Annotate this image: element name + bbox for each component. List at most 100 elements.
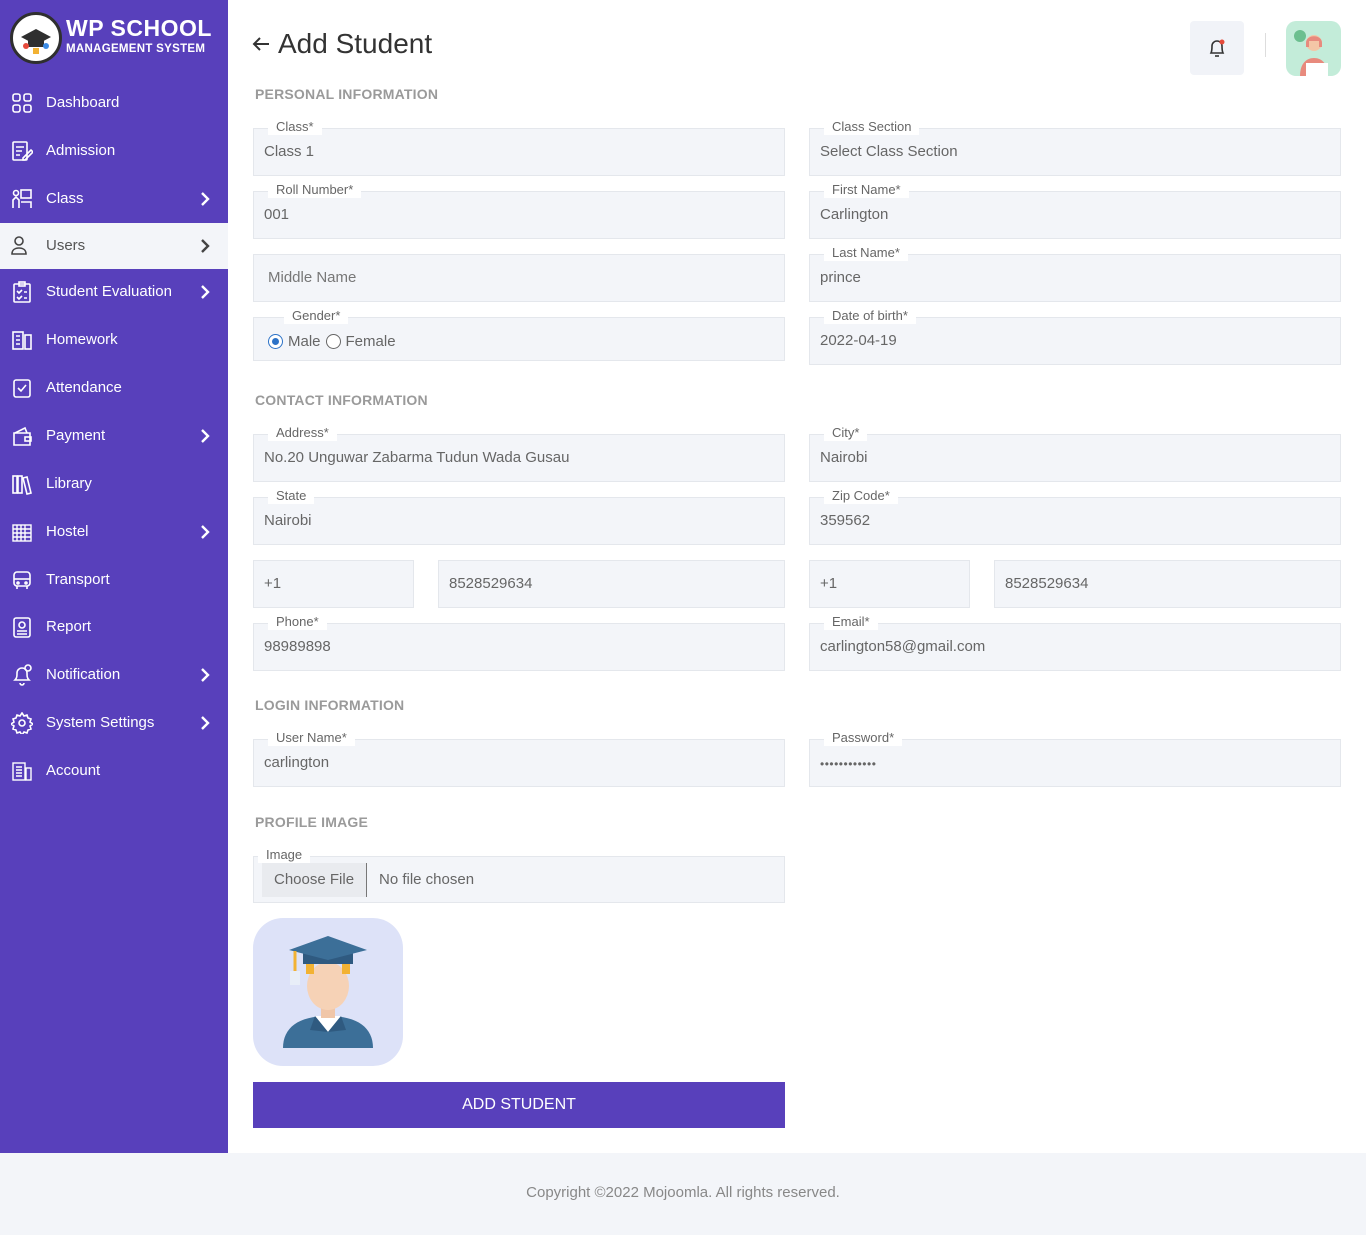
sidebar-item-account[interactable]: Account (0, 748, 228, 794)
gender-male-radio[interactable] (268, 334, 283, 349)
field-label: First Name* (824, 182, 909, 198)
account-icon (12, 762, 32, 781)
homework-icon (12, 331, 32, 350)
username-field[interactable]: User Name* carlington (253, 730, 785, 787)
state-field[interactable]: State Nairobi (253, 488, 785, 545)
sidebar-item-label: Hostel (46, 523, 89, 540)
chevron-right-icon (201, 716, 210, 730)
section-login-information: LOGIN INFORMATION (255, 697, 405, 713)
sidebar-item-system-settings[interactable]: System Settings (0, 700, 228, 746)
field-label: Roll Number* (268, 182, 362, 198)
field-value: Nairobi (820, 449, 868, 466)
gender-female-radio[interactable] (325, 334, 341, 349)
city-field[interactable]: City* Nairobi (809, 425, 1341, 482)
zip-code-field[interactable]: Zip Code* 359562 (809, 488, 1341, 545)
field-label: Image (258, 847, 311, 863)
library-icon (12, 475, 32, 495)
user-icon (11, 236, 27, 255)
app-logo[interactable]: WP SCHOOL MANAGEMENT SYSTEM (10, 11, 225, 64)
gender-field: Gender* Male Female (253, 308, 785, 361)
email-field[interactable]: Email* carlington58@gmail.com (809, 614, 1341, 671)
sidebar-item-payment[interactable]: Payment (0, 413, 228, 459)
roll-number-field[interactable]: Roll Number* 001 (253, 182, 785, 239)
sidebar-item-label: Notification (46, 666, 121, 683)
wallet-icon (13, 426, 32, 446)
add-student-button[interactable]: ADD STUDENT (253, 1082, 785, 1128)
first-name-field[interactable]: First Name* Carlington (809, 182, 1341, 239)
avatar[interactable] (1286, 21, 1341, 76)
address-field[interactable]: Address* No.20 Unguwar Zabarma Tudun Wad… (253, 425, 785, 482)
arrow-left-icon[interactable] (250, 33, 272, 55)
field-label: Email* (824, 614, 878, 630)
field-value: Class 1 (264, 143, 315, 160)
sidebar-item-attendance[interactable]: Attendance (0, 365, 228, 411)
field-value: 2022-04-19 (820, 332, 897, 349)
sidebar-item-admission[interactable]: Admission (0, 128, 228, 174)
sidebar-item-hostel[interactable]: Hostel (0, 509, 228, 555)
chevron-right-icon (201, 239, 210, 253)
hostel-icon (12, 524, 32, 542)
sidebar-item-class[interactable]: Class (0, 176, 228, 222)
gender-male-label: Male (288, 333, 321, 350)
bus-icon (13, 571, 31, 589)
logo-title: WP SCHOOL (66, 15, 212, 41)
page-title-text: Add Student (278, 28, 433, 59)
mobile-country-code-field[interactable]: +1 (253, 560, 414, 608)
footer: Copyright ©2022 Mojoomla. All rights res… (0, 1153, 1366, 1235)
sidebar-item-label: Attendance (46, 379, 122, 396)
middle-name-field[interactable]: Middle Name (253, 254, 785, 302)
alt-mobile-number-field[interactable]: 8528529634 (994, 560, 1341, 608)
sidebar: WP SCHOOL MANAGEMENT SYSTEM Dashboard Ad… (0, 0, 228, 1153)
sidebar-item-dashboard[interactable]: Dashboard (0, 80, 228, 126)
sidebar-item-users[interactable]: Users (0, 223, 228, 269)
field-label: State (268, 488, 315, 504)
phone-field[interactable]: Phone* 98989898 (253, 614, 785, 671)
main-content: Add Student PERSONAL INFORMATION Class* … (228, 0, 1366, 1153)
notification-bell-button[interactable] (1190, 21, 1244, 75)
field-value: +1 (264, 575, 282, 592)
sidebar-item-notification[interactable]: Notification (0, 652, 228, 698)
field-value: Select Class Section (820, 143, 958, 160)
header-divider (1265, 33, 1266, 57)
section-personal-information: PERSONAL INFORMATION (255, 86, 439, 102)
mobile-number-field[interactable]: 8528529634 (438, 560, 785, 608)
sidebar-item-label: Users (46, 237, 86, 254)
chevron-right-icon (201, 429, 210, 443)
date-of-birth-field[interactable]: Date of birth* 2022-04-19 (809, 308, 1341, 365)
field-label: Date of birth* (824, 308, 916, 324)
sidebar-item-label: Admission (46, 142, 116, 159)
field-value: carlington58@gmail.com (820, 638, 986, 655)
gender-options: Male Female (268, 333, 396, 350)
field-value: +1 (820, 575, 838, 592)
chevron-right-icon (201, 192, 210, 206)
field-label: Phone* (268, 614, 327, 630)
chevron-right-icon (201, 525, 210, 539)
report-icon (13, 617, 31, 638)
choose-file-button[interactable]: Choose File (262, 863, 367, 897)
sidebar-item-label: Report (46, 618, 92, 635)
logo-subtitle: MANAGEMENT SYSTEM (66, 43, 206, 55)
last-name-field[interactable]: Last Name* prince (809, 245, 1341, 302)
sidebar-item-student-evaluation[interactable]: Student Evaluation (0, 269, 228, 315)
password-field[interactable]: Password* •••••••••••• (809, 730, 1341, 787)
class-section-select[interactable]: Class Section Select Class Section (809, 119, 1341, 176)
field-label: Last Name* (824, 245, 908, 261)
dashboard-icon (12, 93, 32, 113)
alt-mobile-country-code-field[interactable]: +1 (809, 560, 970, 608)
class-select[interactable]: Class* Class 1 (253, 119, 785, 176)
field-label: Class Section (824, 119, 920, 135)
field-value: No.20 Unguwar Zabarma Tudun Wada Gusau (264, 449, 570, 466)
chevron-right-icon (201, 668, 210, 682)
sidebar-item-label: Transport (46, 571, 110, 588)
image-file-input[interactable]: Image Choose File No file chosen (253, 847, 785, 903)
profile-image-preview (253, 918, 403, 1066)
evaluation-icon (13, 281, 31, 303)
field-value: 98989898 (264, 638, 331, 655)
sidebar-item-library[interactable]: Library (0, 461, 228, 507)
sidebar-item-report[interactable]: Report (0, 604, 228, 650)
sidebar-item-homework[interactable]: Homework (0, 317, 228, 363)
gender-female-label: Female (345, 333, 396, 350)
sidebar-item-transport[interactable]: Transport (0, 557, 228, 603)
field-value: •••••••••••• (820, 757, 877, 771)
field-label: User Name* (268, 730, 355, 746)
